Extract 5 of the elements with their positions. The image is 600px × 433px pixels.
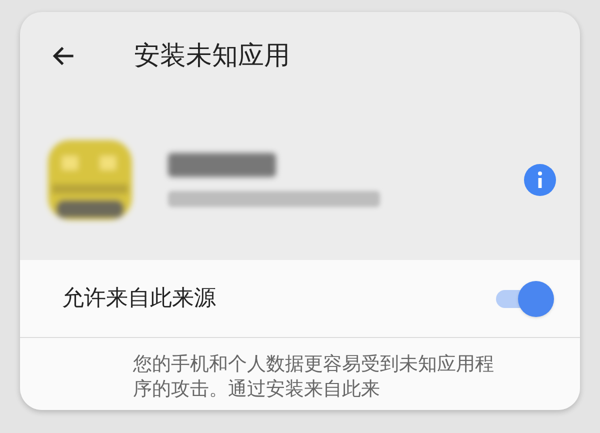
description-line: 序的攻击。通过安装来自此来 (133, 377, 381, 402)
description-line: 您的手机和个人数据更容易受到未知应用程 (133, 352, 495, 377)
info-icon[interactable] (524, 164, 556, 196)
page-title: 安装未知应用 (134, 40, 290, 72)
setting-label: 允许来自此来源 (62, 285, 217, 313)
